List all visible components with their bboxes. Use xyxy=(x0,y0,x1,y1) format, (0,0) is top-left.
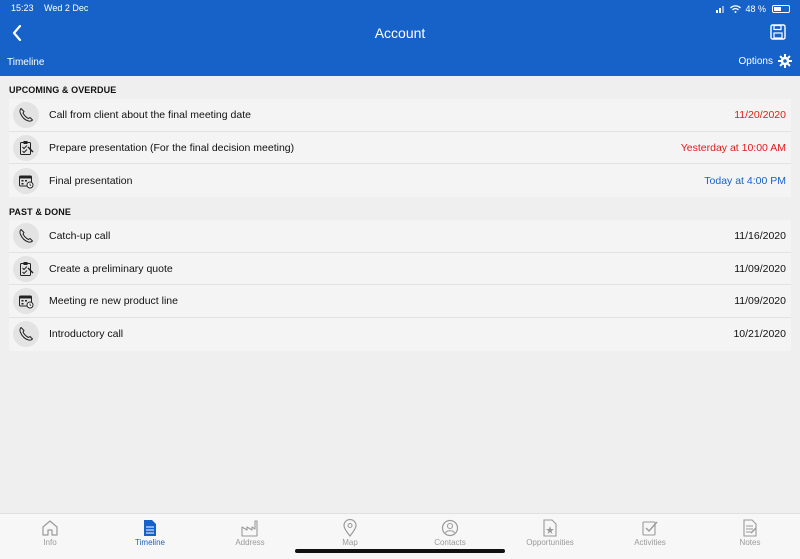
options-label: Options xyxy=(738,55,773,67)
status-date: Wed 2 Dec xyxy=(44,3,89,13)
list-item[interactable]: Introductory call 10/21/2020 xyxy=(9,318,791,351)
activity-title: Create a preliminary quote xyxy=(49,262,173,275)
activity-date: 11/16/2020 xyxy=(734,229,786,242)
task-icon xyxy=(13,134,39,161)
tab-label: Contacts xyxy=(434,538,466,547)
home-icon xyxy=(42,520,58,536)
list-item[interactable]: Call from client about the final meeting… xyxy=(9,99,791,132)
opportunity-icon xyxy=(543,519,557,537)
checklist-icon xyxy=(642,521,658,536)
list-item[interactable]: Catch-up call 11/16/2020 xyxy=(9,220,791,253)
map-pin-icon xyxy=(343,519,357,537)
phone-icon xyxy=(13,101,39,128)
tab-label: Map xyxy=(342,538,358,547)
home-indicator xyxy=(295,549,505,553)
activity-date: 10/21/2020 xyxy=(733,328,786,341)
wifi-icon xyxy=(730,5,742,13)
tab-address[interactable]: Address xyxy=(200,514,300,559)
list-item[interactable]: Create a preliminary quote 11/09/2020 xyxy=(9,253,791,286)
list-item[interactable]: Prepare presentation (For the final deci… xyxy=(9,132,791,165)
save-icon[interactable] xyxy=(770,24,786,40)
signal-icon xyxy=(716,6,725,13)
tab-label: Opportunities xyxy=(526,538,574,547)
options-button[interactable]: Options xyxy=(739,54,792,68)
timeline-tab-label: Timeline xyxy=(7,57,45,68)
tab-label: Activities xyxy=(634,538,666,547)
task-icon xyxy=(13,255,39,282)
page-title: Account xyxy=(374,25,426,41)
tab-label: Address xyxy=(235,538,265,547)
past-list: Catch-up call 11/16/2020 Create a prelim… xyxy=(9,220,791,351)
upcoming-list: Call from client about the final meeting… xyxy=(9,99,791,198)
contact-icon xyxy=(441,519,459,537)
battery-icon xyxy=(772,5,790,13)
activity-date: 11/09/2020 xyxy=(734,295,786,308)
document-icon xyxy=(144,520,156,536)
list-item[interactable]: Meeting re new product line 11/09/2020 xyxy=(9,285,791,319)
factory-icon xyxy=(241,520,258,537)
activity-title: Introductory call xyxy=(49,328,124,341)
tab-notes[interactable]: Notes xyxy=(700,514,800,559)
tab-info[interactable]: Info xyxy=(0,514,100,559)
phone-icon xyxy=(13,321,39,348)
activity-title: Catch-up call xyxy=(49,229,111,242)
activity-title: Call from client about the final meeting… xyxy=(49,108,251,121)
tab-label: Info xyxy=(43,538,57,547)
tab-timeline[interactable]: Timeline xyxy=(100,514,200,559)
battery-percent: 48 % xyxy=(745,4,766,14)
activity-title: Prepare presentation (For the final deci… xyxy=(49,141,295,154)
list-item[interactable]: Final presentation Today at 4:00 PM xyxy=(9,164,791,197)
top-bar: 15:23 Wed 2 Dec 48 % Account Timeline Op… xyxy=(0,0,800,76)
status-bar: 15:23 Wed 2 Dec 48 % xyxy=(11,3,790,15)
notes-icon xyxy=(743,519,757,537)
tab-label: Notes xyxy=(739,538,761,547)
tab-activities[interactable]: Activities xyxy=(600,514,700,559)
activity-date: Yesterday at 10:00 AM xyxy=(680,141,786,154)
activity-title: Meeting re new product line xyxy=(49,295,178,308)
section-heading-upcoming: UPCOMING & OVERDUE xyxy=(9,85,117,95)
section-heading-past: PAST & DONE xyxy=(9,207,71,217)
meeting-icon xyxy=(13,288,39,315)
activity-date: Today at 4:00 PM xyxy=(704,174,786,187)
activity-title: Final presentation xyxy=(49,174,133,187)
tab-label: Timeline xyxy=(135,538,165,547)
meeting-icon xyxy=(13,167,39,194)
phone-icon xyxy=(13,222,39,249)
activity-date: 11/20/2020 xyxy=(734,108,786,121)
tab-opportunities[interactable]: Opportunities xyxy=(500,514,600,559)
status-time: 15:23 xyxy=(11,3,34,13)
gear-icon xyxy=(778,54,792,68)
activity-date: 11/09/2020 xyxy=(734,262,786,275)
